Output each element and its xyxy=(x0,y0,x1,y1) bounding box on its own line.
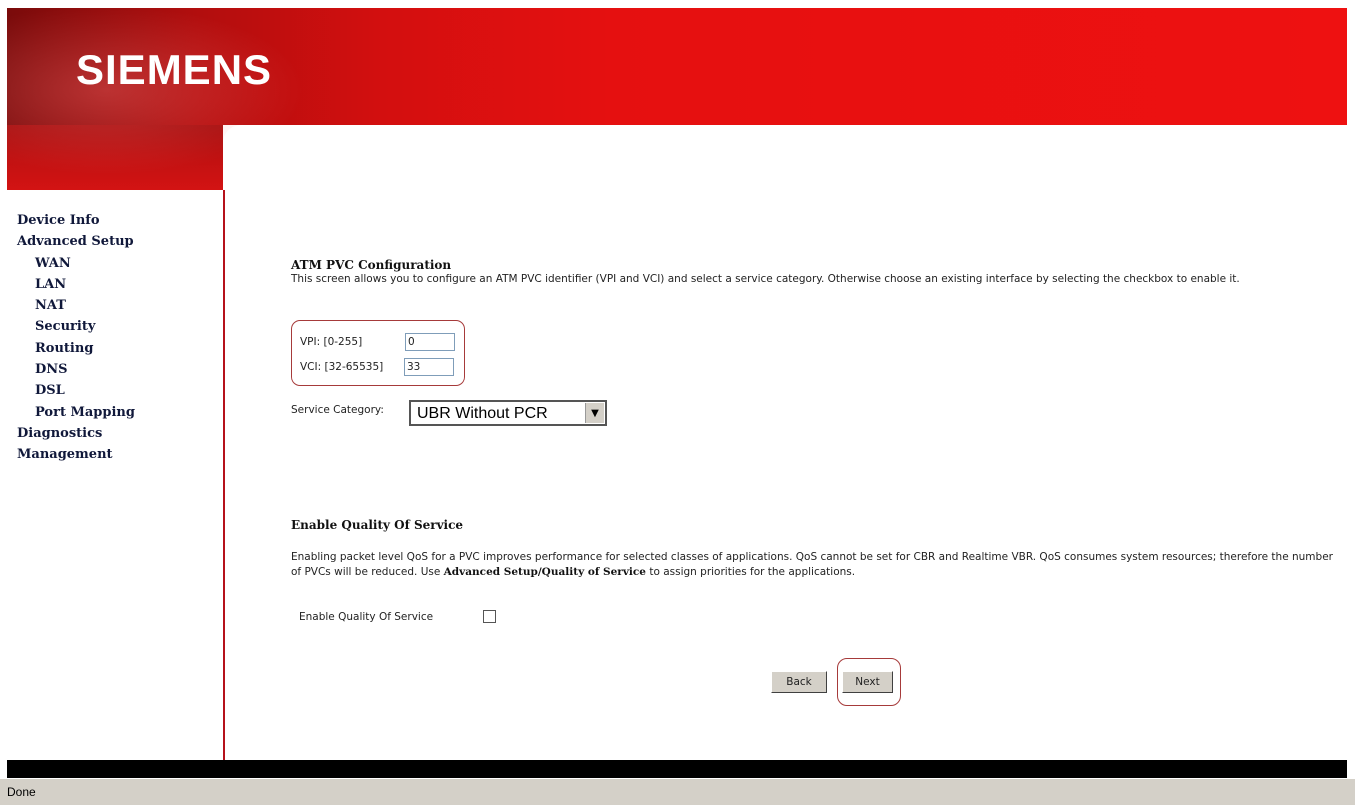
chevron-down-icon[interactable]: ▼ xyxy=(585,403,604,423)
sidebar-item-dsl[interactable]: DSL xyxy=(17,380,135,401)
atm-pvc-title: ATM PVC Configuration xyxy=(291,258,452,272)
qos-checkbox-row: Enable Quality Of Service xyxy=(299,610,496,623)
top-strip xyxy=(0,0,1355,8)
status-text: Done xyxy=(7,785,36,799)
vpi-input[interactable] xyxy=(405,333,455,351)
service-category-value: UBR Without PCR xyxy=(417,405,548,422)
service-category-row: Service Category: UBR Without PCR ▼ xyxy=(291,400,607,426)
vpi-row: VPI: [0-255] xyxy=(300,333,455,351)
qos-checkbox-label: Enable Quality Of Service xyxy=(299,611,434,623)
service-category-label: Service Category: xyxy=(291,404,384,416)
vci-row: VCI: [32-65535] xyxy=(300,358,454,376)
sidebar-item-routing[interactable]: Routing xyxy=(17,338,135,359)
sidebar: Device Info Advanced Setup WAN LAN NAT S… xyxy=(7,190,225,760)
sidebar-item-wan[interactable]: WAN xyxy=(17,253,135,274)
sidebar-item-nat[interactable]: NAT xyxy=(17,295,135,316)
content-area xyxy=(223,125,1347,745)
qos-desc-text-2: to assign priorities for the application… xyxy=(645,566,856,578)
sidebar-item-diagnostics[interactable]: Diagnostics xyxy=(17,423,135,444)
header-logo-block xyxy=(7,125,223,190)
service-category-select[interactable]: UBR Without PCR ▼ xyxy=(409,400,607,426)
back-button[interactable]: Back xyxy=(771,671,827,693)
vpi-label: VPI: [0-255] xyxy=(300,336,363,348)
sidebar-item-security[interactable]: Security xyxy=(17,316,135,337)
vpi-vci-annotation-ring: VPI: [0-255] VCI: [32-65535] xyxy=(291,320,465,386)
sidebar-item-lan[interactable]: LAN xyxy=(17,274,135,295)
atm-pvc-description: This screen allows you to configure an A… xyxy=(291,273,1240,285)
qos-description: Enabling packet level QoS for a PVC impr… xyxy=(291,550,1339,580)
next-button[interactable]: Next xyxy=(842,671,893,693)
qos-desc-link-text: Advanced Setup/Quality of Service xyxy=(443,566,646,578)
qos-checkbox[interactable] xyxy=(483,610,496,623)
sidebar-nav: Device Info Advanced Setup WAN LAN NAT S… xyxy=(17,210,135,466)
siemens-logo: SIEMENS xyxy=(76,46,273,93)
bottom-bar xyxy=(7,760,1347,778)
vci-input[interactable] xyxy=(404,358,454,376)
sidebar-item-management[interactable]: Management xyxy=(17,444,135,465)
sidebar-item-device-info[interactable]: Device Info xyxy=(17,210,135,231)
sidebar-item-advanced-setup[interactable]: Advanced Setup xyxy=(17,231,135,252)
main-panel: ATM PVC Configuration This screen allows… xyxy=(291,258,1341,706)
sidebar-item-dns[interactable]: DNS xyxy=(17,359,135,380)
sidebar-item-port-mapping[interactable]: Port Mapping xyxy=(17,402,135,423)
qos-title: Enable Quality Of Service xyxy=(291,518,464,532)
vci-label: VCI: [32-65535] xyxy=(300,361,384,373)
browser-status-bar: Done xyxy=(0,778,1355,805)
